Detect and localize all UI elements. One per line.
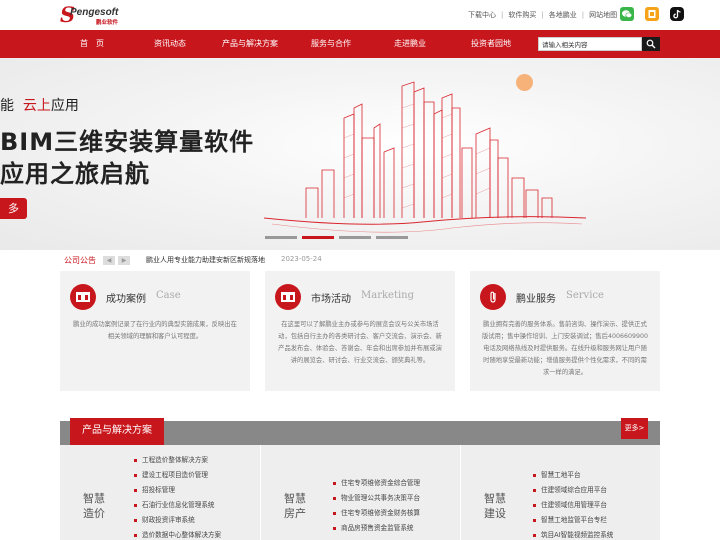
link-software-purchase[interactable]: 软件购买 (508, 10, 536, 20)
banner-more-button[interactable]: 多 (0, 198, 27, 219)
list-item[interactable]: 住宅专项维修资金综合管理 (333, 476, 420, 491)
list-item[interactable]: 造价数据中心整体解决方案 (134, 528, 221, 540)
slide-dot-2-active[interactable] (302, 236, 334, 239)
search-button[interactable] (642, 37, 660, 51)
search-input[interactable] (538, 37, 642, 51)
tiktok-icon[interactable] (670, 7, 684, 21)
product-section-cost: 智慧造价 工程造价整体解决方案 建设工程项目造价管理 招投标管理 石油行业信息化… (60, 445, 260, 540)
marketing-icon (275, 284, 301, 310)
banner-subheadline: 应用之旅启航 (0, 160, 150, 188)
card-description: 鹏业的成功案例记录了在行业内的典型实施成果，反映出在相关领域的理解和客户认可程度… (73, 321, 237, 340)
card-title: 鹏业服务 (516, 294, 556, 305)
card-service[interactable]: 鹏业服务 Service 鹏业拥有完善的服务体系。售前咨询、操作演示、提供正式版… (470, 271, 660, 391)
divider: | (541, 11, 544, 19)
list-item[interactable]: 工程造价整体解决方案 (134, 453, 221, 468)
paperclip-icon (480, 284, 506, 310)
card-marketing[interactable]: 市场活动 Marketing 在这里可以了解鹏业主办或参与的展览会议与公关市场活… (265, 271, 455, 391)
main-nav: 首 页 资讯动态 产品与解决方案 服务与合作 走进鹏业 投资者园地 (0, 30, 720, 58)
products-tab[interactable]: 产品与解决方案 (70, 418, 164, 445)
nav-home[interactable]: 首 页 (62, 30, 122, 58)
card-title: 成功案例 (106, 294, 146, 305)
list-item[interactable]: 招投标管理 (134, 483, 221, 498)
nav-services[interactable]: 服务与合作 (302, 30, 360, 58)
search-icon (646, 39, 656, 49)
chevron-left-icon: ◀ (106, 257, 112, 264)
link-download-center[interactable]: 下载中心 (468, 10, 496, 20)
prev-announcement-button[interactable]: ◀ (103, 256, 115, 265)
card-subtitle: Service (566, 290, 604, 301)
list-item[interactable]: 筑目AI智能视频监控系统 (533, 528, 613, 540)
nav-products[interactable]: 产品与解决方案 (212, 30, 288, 58)
products-header: 产品与解决方案 更多> (60, 418, 660, 445)
product-list: 住宅专项维修资金综合管理 物业管理公共事务决策平台 住宅专项维修资金财务核算 商… (333, 476, 420, 536)
list-item[interactable]: 住建领域信用管理平台 (533, 498, 613, 513)
banner-tagline: 能 云上应用 (0, 95, 79, 115)
nav-news[interactable]: 资讯动态 (140, 30, 200, 58)
list-item[interactable]: 财政投资评审系统 (134, 513, 221, 528)
more-button[interactable]: 更多> (621, 418, 648, 439)
announcement-link[interactable]: 鹏业人用专业能力助建安新区新规落地 (146, 255, 265, 265)
card-subtitle: Case (156, 290, 181, 301)
card-description: 在这里可以了解鹏业主办或参与的展览会议与公关市场活动，包括自行主办的各类研讨会、… (278, 321, 442, 364)
card-case[interactable]: 成功案例 Case 鹏业的成功案例记录了在行业内的典型实施成果，反映出在相关领域… (60, 271, 250, 391)
product-list: 智慧工地平台 住建领域综合应用平台 住建领域信用管理平台 智慧工地监管平台专栏 … (533, 468, 613, 540)
city-skyline-illustration (263, 81, 587, 233)
link-sitemap[interactable]: 网站地图 (589, 10, 617, 20)
nav-investors[interactable]: 投资者园地 (462, 30, 520, 58)
top-links: 下载中心 | 软件购买 | 各地鹏业 | 网站地图 (468, 10, 617, 20)
pengesoft-logo[interactable]: S Pengesoft 鹏业软件 (60, 4, 132, 27)
banner-tagline-prefix: 能 (0, 98, 14, 114)
announcement-label: 公司公告 (64, 256, 96, 265)
product-list: 工程造价整体解决方案 建设工程项目造价管理 招投标管理 石油行业信息化管理系统 … (134, 453, 221, 540)
weibo-icon[interactable] (645, 7, 659, 21)
announcement-bar: 公司公告 ◀ ▶ 鹏业人用专业能力助建安新区新规落地 2023-05-24 (60, 250, 660, 270)
list-item[interactable]: 智慧工地监管平台专栏 (533, 513, 613, 528)
list-item[interactable]: 商品房预售资金监管系统 (333, 521, 420, 536)
section-title: 智慧建设 (484, 492, 506, 520)
logo-text: Pengesoft (70, 7, 119, 18)
list-item[interactable]: 物业管理公共事务决策平台 (333, 491, 420, 506)
slide-dot-1[interactable] (265, 236, 297, 239)
top-bar: S Pengesoft 鹏业软件 下载中心 | 软件购买 | 各地鹏业 | 网站地图 (0, 0, 720, 30)
product-section-construction: 智慧建设 智慧工地平台 住建领域综合应用平台 住建领域信用管理平台 智慧工地监管… (461, 445, 660, 540)
link-branches[interactable]: 各地鹏业 (549, 10, 577, 20)
wechat-icon[interactable] (620, 7, 634, 21)
list-item[interactable]: 石油行业信息化管理系统 (134, 498, 221, 513)
divider: | (581, 11, 585, 19)
product-section-property: 智慧房产 住宅专项维修资金综合管理 物业管理公共事务决策平台 住宅专项维修资金财… (261, 445, 460, 540)
banner-headline: BIM三维安装算量软件 (0, 128, 255, 156)
banner-tagline-highlight: 云上 (22, 98, 51, 114)
logo-cn: 鹏业软件 (96, 20, 119, 26)
card-subtitle: Marketing (361, 290, 415, 301)
list-item[interactable]: 建设工程项目造价管理 (134, 468, 221, 483)
announcement-date: 2023-05-24 (281, 255, 322, 263)
slide-dot-3[interactable] (339, 236, 371, 239)
chevron-right-icon: ▶ (121, 257, 127, 264)
banner-tagline-suffix: 应用 (50, 98, 79, 114)
divider: | (501, 11, 504, 19)
section-title: 智慧房产 (284, 492, 306, 520)
card-description: 鹏业拥有完善的服务体系。售前咨询、操作演示、提供正式版试用；售中操作培训、上门安… (482, 321, 649, 376)
slide-dot-4[interactable] (376, 236, 408, 239)
case-icon (70, 284, 96, 310)
next-announcement-button[interactable]: ▶ (118, 256, 130, 265)
hero-banner[interactable]: 能 云上应用 BIM三维安装算量软件 应用之旅启航 多 (0, 58, 720, 250)
section-title: 智慧造价 (83, 492, 105, 520)
list-item[interactable]: 智慧工地平台 (533, 468, 613, 483)
list-item[interactable]: 住宅专项维修资金财务核算 (333, 506, 420, 521)
card-title: 市场活动 (311, 294, 351, 305)
list-item[interactable]: 住建领域综合应用平台 (533, 483, 613, 498)
nav-about[interactable]: 走进鹏业 (386, 30, 434, 58)
